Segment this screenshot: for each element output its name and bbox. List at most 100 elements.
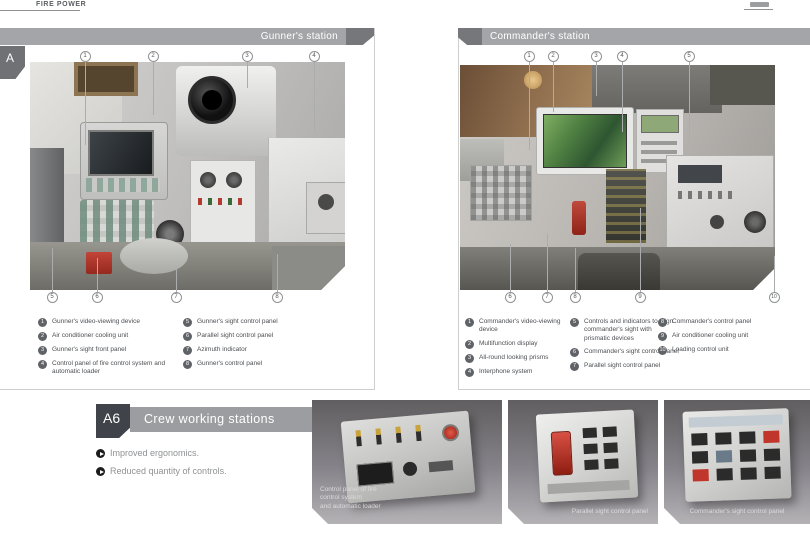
commander-legend-col-1: 1 Commander's video-viewing device 2Multi…: [465, 318, 565, 377]
dome-light: [524, 71, 542, 89]
leader-line: [176, 268, 177, 292]
legend-num: 1: [38, 318, 47, 327]
commander-seat: [578, 253, 660, 290]
red-button: [763, 431, 779, 444]
junction-box: [30, 148, 64, 244]
legend-item: 7 Parallel sight control panel: [570, 362, 682, 371]
product-caption: Commander's sight control panel: [664, 508, 810, 516]
product-caption: Control panel of fire control system and…: [320, 486, 381, 511]
callout-commander-8: 8: [570, 292, 581, 303]
toggle-switch: [395, 427, 401, 443]
device-button-row: [86, 178, 160, 192]
legend-num: 2: [465, 340, 474, 349]
panel-button: [715, 432, 731, 445]
play-bullet-icon: [96, 449, 105, 458]
masthead-rule: [0, 10, 80, 11]
device-switch: [429, 460, 454, 472]
gunner-station-title: Gunner's station: [0, 28, 338, 45]
leader-line: [774, 256, 775, 292]
legend-text: Gunner's sight control panel: [197, 318, 332, 326]
legend-num: 2: [38, 332, 47, 341]
legend-item: 4Interphone system: [465, 368, 565, 377]
callout-gunner-7: 7: [171, 292, 182, 303]
callout-gunner-2: 2: [148, 51, 159, 62]
device-display: [356, 461, 394, 486]
panel-button: [691, 433, 707, 446]
parallel-sight-panel-device: [536, 409, 638, 502]
play-bullet-icon: [96, 467, 105, 476]
legend-item: 3All-round looking prisms: [465, 354, 565, 363]
small-green-display: [641, 115, 679, 133]
section-title: Crew working stations: [144, 407, 275, 432]
panel-button: [716, 468, 732, 481]
callout-gunner-3: 3: [242, 51, 253, 62]
bullet-text-1: Improved ergonomics.: [110, 448, 199, 458]
panel-base-strip: [547, 480, 629, 494]
legend-text: Commander's video-viewing device: [479, 318, 565, 335]
device-knob: [402, 461, 417, 476]
gunner-station-photo: [30, 62, 345, 290]
legend-num: 4: [38, 360, 47, 369]
leader-line: [596, 62, 597, 96]
brand-logo-rule: [744, 9, 773, 10]
panel-display: [678, 165, 722, 183]
legend-num: 7: [570, 362, 579, 371]
toggle-switch: [415, 425, 421, 441]
red-control-box: [86, 252, 112, 274]
leader-line: [640, 208, 641, 292]
legend-text: Parallel sight control panel: [584, 362, 679, 370]
masthead-title: FIRE POWER: [36, 1, 86, 8]
panel-button: [692, 451, 708, 464]
red-button: [692, 469, 708, 482]
red-rocker-switch: [551, 431, 573, 476]
callout-commander-7: 7: [542, 292, 553, 303]
section-code-box: A6: [96, 404, 130, 438]
multifunction-display-screen: [543, 114, 627, 168]
leader-line: [547, 234, 548, 292]
commander-station-title: Commander's station: [490, 28, 790, 45]
legend-item: 2Air conditioner cooling unit: [38, 332, 183, 341]
commander-legend-col-3: 8Commander's control panel 9Air conditio…: [658, 318, 788, 355]
product-caption: Parallel sight control panel: [572, 508, 648, 516]
toggle-switch: [355, 430, 361, 446]
panel-button: [739, 431, 755, 444]
legend-text: Interphone system: [479, 368, 565, 376]
legend-num: 8: [658, 318, 667, 327]
video-viewing-screen: [88, 130, 154, 176]
leader-line: [52, 248, 53, 292]
callout-gunner-6: 6: [92, 292, 103, 303]
legend-item: 8Gunner's control panel: [183, 360, 343, 369]
callout-commander-1: 1: [524, 51, 535, 62]
legend-item: 4 Control panel of fire control system an…: [38, 360, 183, 377]
legend-item: 2Multifunction display: [465, 340, 565, 349]
leader-line: [85, 62, 86, 145]
panel-button: [604, 458, 619, 469]
legend-text: Azimuth indicator: [197, 346, 332, 354]
leader-line: [277, 254, 278, 292]
gunner-legend-col-2: 5Gunner's sight control panel 6Parallel …: [183, 318, 343, 369]
panel-button: [603, 442, 618, 453]
red-handle: [572, 201, 586, 235]
panel-top-strip: [689, 414, 783, 427]
legend-item: 8Commander's control panel: [658, 318, 788, 327]
panel-switch-row: [678, 191, 738, 199]
sight-eyepiece-lens: [202, 90, 222, 110]
legend-text: Control panel of fire control system and…: [52, 360, 172, 377]
legend-item: 9Air conditioner cooling unit: [658, 332, 788, 341]
panel-knob-left: [200, 172, 216, 188]
brand-logo: [750, 2, 769, 7]
callout-commander-6: 6: [505, 292, 516, 303]
sight-window-frame: [74, 62, 138, 96]
roof-equipment: [592, 65, 722, 113]
control-keypad: [80, 200, 154, 244]
leader-line: [97, 258, 98, 292]
legend-num: 8: [183, 360, 192, 369]
red-button: [441, 423, 459, 441]
legend-num: 1: [465, 318, 474, 327]
legend-item: 10Loading control unit: [658, 346, 788, 355]
legend-num: 5: [570, 318, 579, 327]
left-button-panel: [470, 165, 532, 221]
toggle-switch: [375, 428, 381, 444]
callout-commander-3: 3: [591, 51, 602, 62]
legend-text: Loading control unit: [672, 346, 782, 354]
